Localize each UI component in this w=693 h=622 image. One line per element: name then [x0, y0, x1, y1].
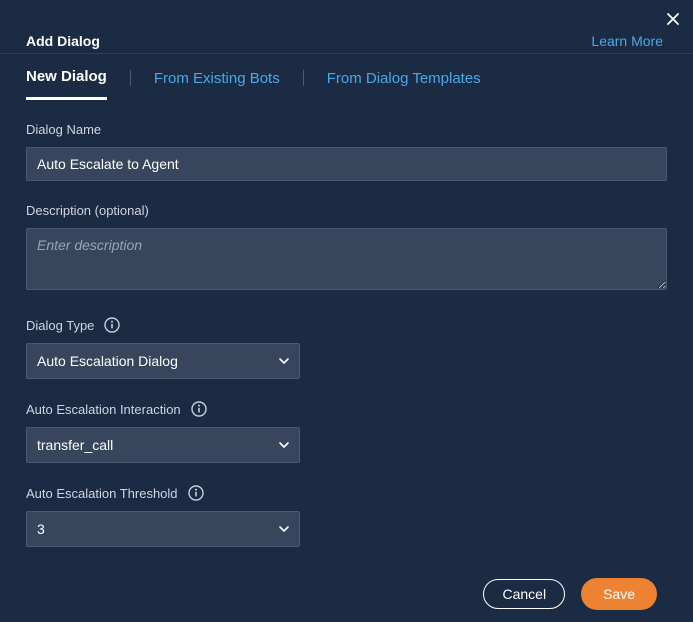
save-button[interactable]: Save	[581, 578, 657, 610]
escalation-interaction-select[interactable]: transfer_call	[26, 427, 300, 463]
field-escalation-threshold: Auto Escalation Threshold 3	[26, 485, 667, 547]
tab-divider	[303, 70, 304, 86]
escalation-threshold-select[interactable]: 3	[26, 511, 300, 547]
dialog-type-label: Dialog Type	[26, 318, 94, 333]
description-label: Description (optional)	[26, 203, 667, 218]
tab-from-existing[interactable]: From Existing Bots	[154, 70, 280, 99]
escalation-threshold-value: 3	[37, 521, 45, 537]
escalation-interaction-value: transfer_call	[37, 437, 113, 453]
dialog-name-label: Dialog Name	[26, 122, 667, 137]
info-icon[interactable]	[191, 401, 207, 417]
info-icon[interactable]	[104, 317, 120, 333]
dialog-name-input[interactable]	[26, 147, 667, 181]
tab-from-templates[interactable]: From Dialog Templates	[327, 70, 481, 99]
dialog-type-select[interactable]: Auto Escalation Dialog	[26, 343, 300, 379]
field-dialog-type: Dialog Type Auto Escalation Dialog	[26, 317, 667, 379]
cancel-button[interactable]: Cancel	[483, 579, 565, 609]
dialog-footer: Cancel Save	[483, 578, 657, 610]
dialog-title: Add Dialog	[26, 33, 100, 49]
field-escalation-interaction: Auto Escalation Interaction transfer_cal…	[26, 401, 667, 463]
tab-divider	[130, 70, 131, 86]
description-input[interactable]	[26, 228, 667, 290]
field-description: Description (optional)	[26, 203, 667, 295]
form-content: Dialog Name Description (optional) Dialo…	[0, 100, 693, 547]
escalation-interaction-label: Auto Escalation Interaction	[26, 402, 181, 417]
learn-more-link[interactable]: Learn More	[591, 33, 663, 49]
tab-bar: New Dialog From Existing Bots From Dialo…	[0, 54, 693, 100]
close-icon[interactable]	[667, 10, 679, 28]
dialog-type-value: Auto Escalation Dialog	[37, 353, 178, 369]
escalation-threshold-label: Auto Escalation Threshold	[26, 486, 178, 501]
field-dialog-name: Dialog Name	[26, 122, 667, 181]
tab-new-dialog[interactable]: New Dialog	[26, 68, 107, 100]
info-icon[interactable]	[188, 485, 204, 501]
dialog-header: Add Dialog Learn More	[0, 0, 693, 54]
